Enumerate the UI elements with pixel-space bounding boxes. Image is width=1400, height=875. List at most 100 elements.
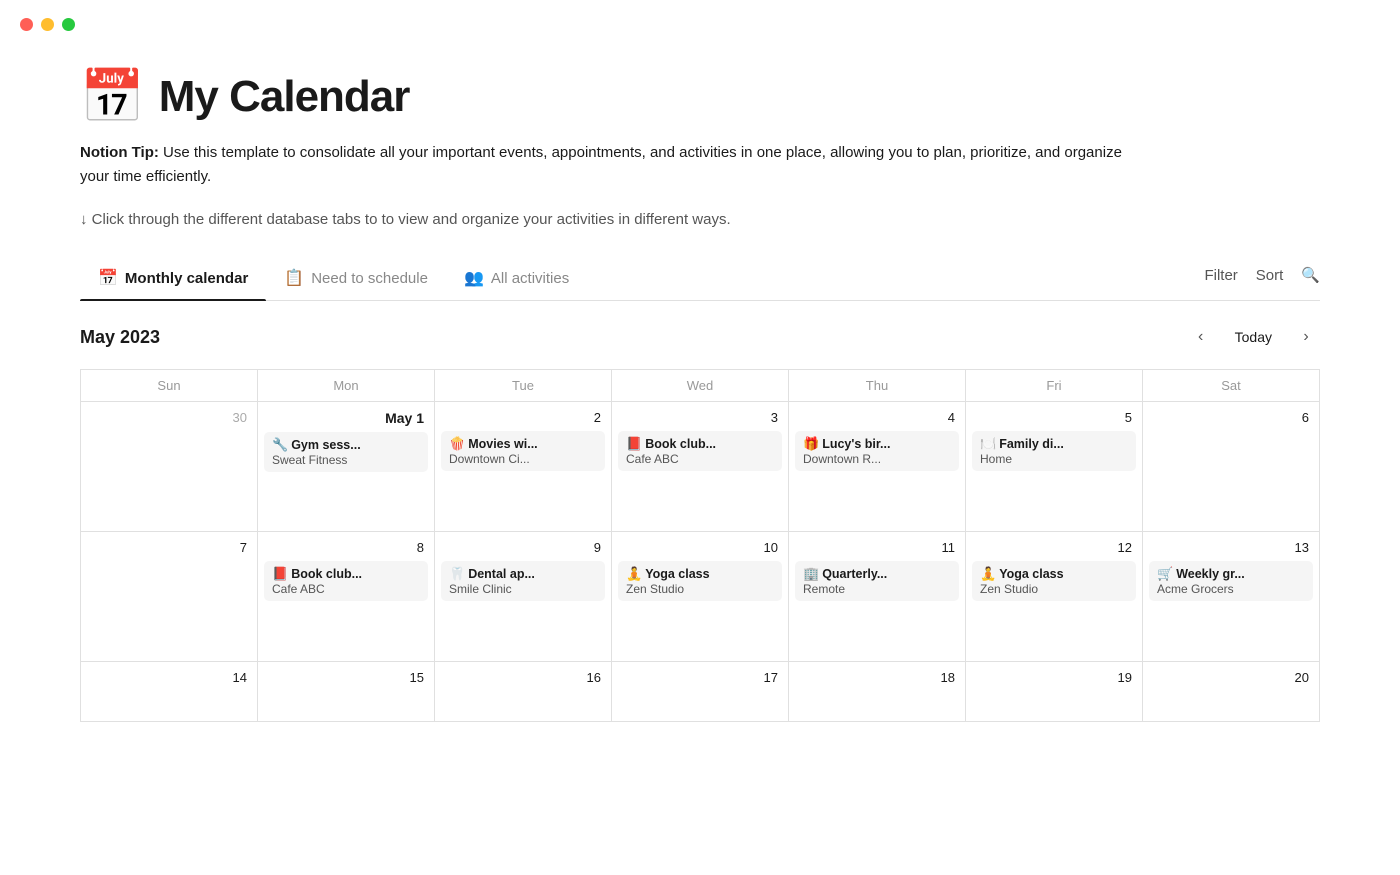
weekday-tue: Tue	[435, 370, 612, 402]
event-card[interactable]: 📕Book club...Cafe ABC	[264, 561, 428, 601]
weekday-sun: Sun	[81, 370, 258, 402]
day-number: 18	[795, 668, 959, 691]
calendar-day-cell[interactable]: 13🛒Weekly gr...Acme Grocers	[1143, 532, 1320, 662]
sort-button[interactable]: Sort	[1256, 267, 1284, 284]
event-title: 🎁Lucy's bir...	[803, 436, 951, 452]
event-card[interactable]: 🧘Yoga classZen Studio	[618, 561, 782, 601]
event-card[interactable]: 📕Book club...Cafe ABC	[618, 431, 782, 471]
calendar-week-2: 14 1516 17 18 19 20	[81, 662, 1320, 722]
event-location: Acme Grocers	[1157, 582, 1305, 596]
tab-need-to-schedule[interactable]: 📋 Need to schedule	[266, 258, 446, 300]
event-card[interactable]: 🏢Quarterly...Remote	[795, 561, 959, 601]
day-number: 17	[618, 668, 782, 691]
search-icon[interactable]: 🔍	[1301, 266, 1320, 284]
event-emoji: 🧘	[980, 566, 996, 581]
tabs-left: 📅 Monthly calendar 📋 Need to schedule 👥 …	[80, 258, 1204, 300]
calendar-day-cell[interactable]: 5🍽️Family di...Home	[966, 402, 1143, 532]
event-card[interactable]: 🧘Yoga classZen Studio	[972, 561, 1136, 601]
event-card[interactable]: 🛒Weekly gr...Acme Grocers	[1149, 561, 1313, 601]
event-emoji: 🔧	[272, 437, 288, 452]
event-card[interactable]: 🍿Movies wi...Downtown Ci...	[441, 431, 605, 471]
calendar-day-cell[interactable]: 10🧘Yoga classZen Studio	[612, 532, 789, 662]
tab-all-activities-label: All activities	[491, 270, 569, 287]
prev-month-button[interactable]: ‹	[1187, 323, 1215, 351]
calendar-section: May 2023 ‹ Today › Sun Mon Tue Wed Thu F…	[80, 301, 1320, 722]
event-location: Zen Studio	[980, 582, 1128, 596]
calendar-day-cell[interactable]: 15	[258, 662, 435, 722]
calendar-day-cell[interactable]: 6	[1143, 402, 1320, 532]
event-location: Cafe ABC	[272, 582, 420, 596]
nav-controls: ‹ Today ›	[1187, 323, 1320, 351]
calendar-nav: May 2023 ‹ Today ›	[80, 323, 1320, 351]
event-title: 📕Book club...	[626, 436, 774, 452]
close-button[interactable]	[20, 18, 33, 31]
day-number: 9	[441, 538, 605, 561]
event-location: Sweat Fitness	[272, 453, 420, 467]
day-number: 10	[618, 538, 782, 561]
calendar-day-cell[interactable]: May 1🔧Gym sess...Sweat Fitness	[258, 402, 435, 532]
event-card[interactable]: 🍽️Family di...Home	[972, 431, 1136, 471]
minimize-button[interactable]	[41, 18, 54, 31]
tab-monthly-calendar-label: Monthly calendar	[125, 270, 248, 287]
event-emoji: 🎁	[803, 436, 819, 451]
calendar-day-cell[interactable]: 17	[612, 662, 789, 722]
event-emoji: 📕	[626, 436, 642, 451]
day-number: 6	[1149, 408, 1313, 431]
calendar-week-1: 78📕Book club...Cafe ABC9🦷Dental ap...Smi…	[81, 532, 1320, 662]
next-month-button[interactable]: ›	[1292, 323, 1320, 351]
event-card[interactable]: 🎁Lucy's bir...Downtown R...	[795, 431, 959, 471]
event-title: 📕Book club...	[272, 566, 420, 582]
calendar-day-cell[interactable]: 16	[435, 662, 612, 722]
calendar-day-cell[interactable]: 30	[81, 402, 258, 532]
event-title: 🧘Yoga class	[980, 566, 1128, 582]
calendar-day-cell[interactable]: 18	[789, 662, 966, 722]
weekday-mon: Mon	[258, 370, 435, 402]
event-emoji: 📕	[272, 566, 288, 581]
weekday-header-row: Sun Mon Tue Wed Thu Fri Sat	[81, 370, 1320, 402]
event-location: Remote	[803, 582, 951, 596]
day-number: 12	[972, 538, 1136, 561]
event-location: Cafe ABC	[626, 452, 774, 466]
maximize-button[interactable]	[62, 18, 75, 31]
instruction-text: ↓ Click through the different database t…	[80, 211, 1320, 228]
calendar-day-cell[interactable]: 20	[1143, 662, 1320, 722]
event-emoji: 🍿	[449, 436, 465, 451]
calendar-week-0: 30May 1🔧Gym sess...Sweat Fitness2🍿Movies…	[81, 402, 1320, 532]
calendar-day-cell[interactable]: 4🎁Lucy's bir...Downtown R...	[789, 402, 966, 532]
tab-monthly-calendar[interactable]: 📅 Monthly calendar	[80, 258, 266, 300]
calendar-day-cell[interactable]: 9🦷Dental ap...Smile Clinic	[435, 532, 612, 662]
event-location: Home	[980, 452, 1128, 466]
calendar-day-cell[interactable]: 19	[966, 662, 1143, 722]
tabs-right: Filter Sort 🔍	[1204, 266, 1320, 292]
calendar-day-cell[interactable]: 3📕Book club...Cafe ABC	[612, 402, 789, 532]
calendar-day-cell[interactable]: 8📕Book club...Cafe ABC	[258, 532, 435, 662]
event-location: Downtown Ci...	[449, 452, 597, 466]
today-button[interactable]: Today	[1225, 325, 1282, 349]
calendar-day-cell[interactable]: 12🧘Yoga classZen Studio	[966, 532, 1143, 662]
event-card[interactable]: 🦷Dental ap...Smile Clinic	[441, 561, 605, 601]
weekday-thu: Thu	[789, 370, 966, 402]
calendar-day-cell[interactable]: 11🏢Quarterly...Remote	[789, 532, 966, 662]
calendar-day-cell[interactable]: 7	[81, 532, 258, 662]
calendar-day-cell[interactable]: 14	[81, 662, 258, 722]
day-number: 5	[972, 408, 1136, 431]
weekday-wed: Wed	[612, 370, 789, 402]
traffic-lights	[0, 0, 1400, 31]
event-title: 🍿Movies wi...	[449, 436, 597, 452]
event-emoji: 🛒	[1157, 566, 1173, 581]
filter-button[interactable]: Filter	[1204, 267, 1237, 284]
event-title: 🛒Weekly gr...	[1157, 566, 1305, 582]
day-number: 13	[1149, 538, 1313, 561]
day-number: 14	[87, 668, 251, 691]
day-number: 19	[972, 668, 1136, 691]
page-icon: 📅	[80, 71, 145, 123]
monthly-calendar-icon: 📅	[98, 268, 118, 288]
tab-all-activities[interactable]: 👥 All activities	[446, 258, 587, 300]
event-title: 🧘Yoga class	[626, 566, 774, 582]
calendar-day-cell[interactable]: 2🍿Movies wi...Downtown Ci...	[435, 402, 612, 532]
all-activities-icon: 👥	[464, 268, 484, 288]
event-card[interactable]: 🔧Gym sess...Sweat Fitness	[264, 432, 428, 472]
page-header: 📅 My Calendar	[80, 71, 1320, 123]
day-number: 7	[87, 538, 251, 561]
day-number: 2	[441, 408, 605, 431]
